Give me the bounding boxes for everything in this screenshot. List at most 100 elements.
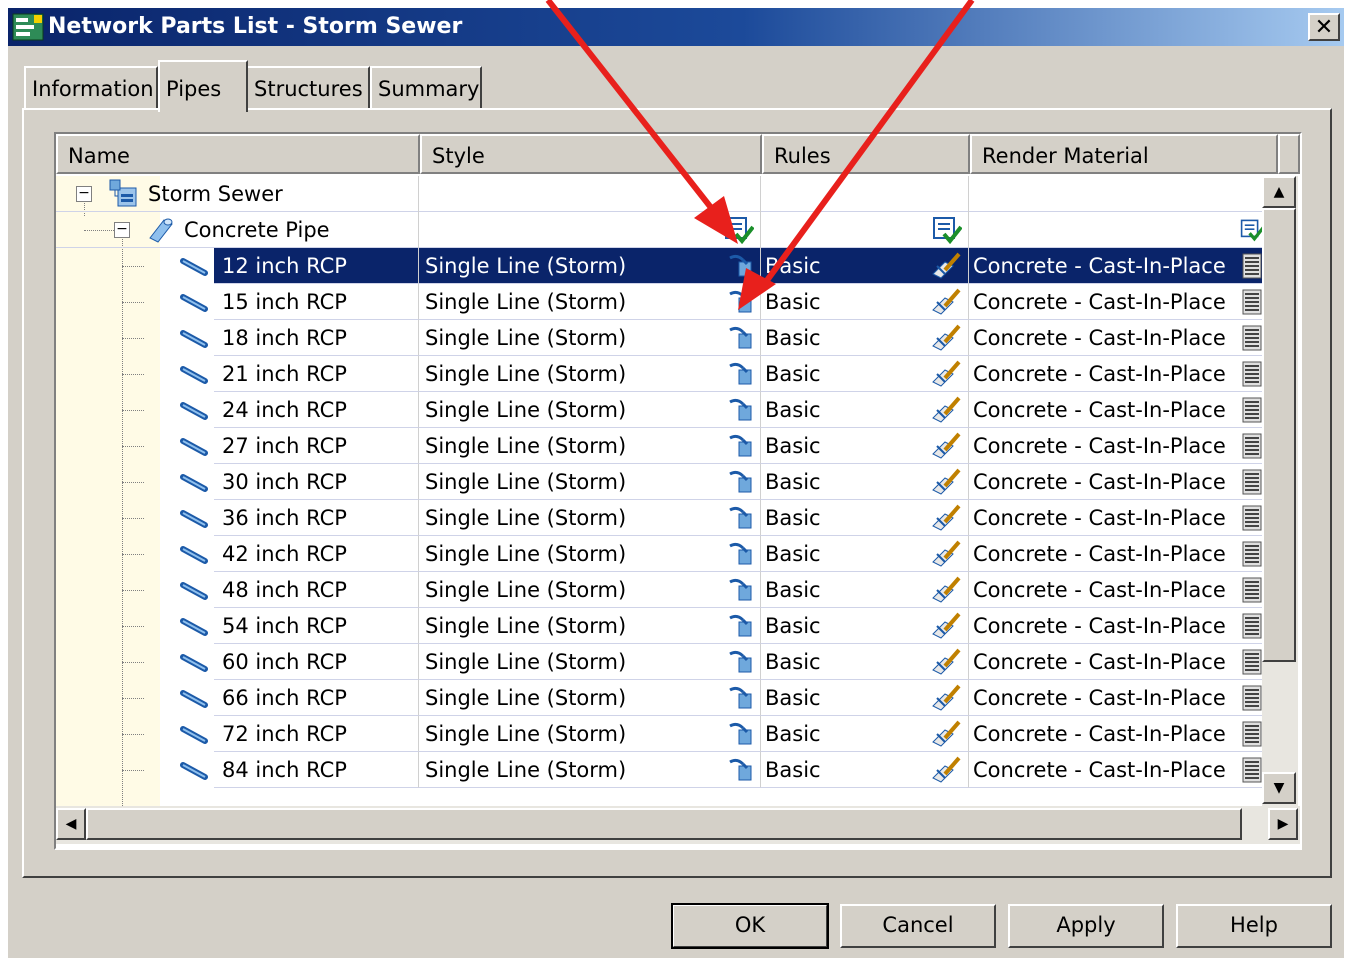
- style-picker-icon[interactable]: [727, 576, 755, 607]
- render-material-cell[interactable]: Concrete - Cast-In-Place: [968, 716, 1262, 752]
- style-picker-icon[interactable]: [727, 288, 755, 319]
- render-material-cell[interactable]: Concrete - Cast-In-Place: [968, 608, 1262, 644]
- tree-row-part-family[interactable]: − Concrete Pipe: [56, 212, 1262, 248]
- material-picker-icon[interactable]: [1241, 504, 1262, 535]
- table-row[interactable]: 36 inch RCP Single Line (Storm) Basic Concr…: [56, 500, 1262, 536]
- style-cell[interactable]: Single Line (Storm): [418, 680, 760, 716]
- table-row[interactable]: 27 inch RCP Single Line (Storm) Basic Concr…: [56, 428, 1262, 464]
- render-material-cell[interactable]: Concrete - Cast-In-Place: [968, 644, 1262, 680]
- pipe-name-cell[interactable]: 24 inch RCP: [214, 392, 418, 428]
- style-picker-icon[interactable]: [727, 504, 755, 535]
- style-cell[interactable]: Single Line (Storm): [418, 608, 760, 644]
- rules-cell[interactable]: Basic: [760, 644, 968, 680]
- render-material-cell[interactable]: Concrete - Cast-In-Place: [968, 284, 1262, 320]
- rules-editor-icon[interactable]: [931, 576, 963, 607]
- rules-editor-icon[interactable]: [931, 324, 963, 355]
- style-cell[interactable]: Single Line (Storm): [418, 572, 760, 608]
- rules-editor-icon[interactable]: [931, 756, 963, 787]
- tab-structures[interactable]: Structures: [246, 66, 370, 110]
- style-cell[interactable]: Single Line (Storm): [418, 464, 760, 500]
- pipe-name-cell[interactable]: 27 inch RCP: [214, 428, 418, 464]
- rules-editor-icon[interactable]: [931, 432, 963, 463]
- rules-cell[interactable]: Basic: [760, 608, 968, 644]
- rules-cell[interactable]: Basic: [760, 320, 968, 356]
- rules-cell[interactable]: Basic: [760, 428, 968, 464]
- pipe-name-cell[interactable]: 84 inch RCP: [214, 752, 418, 788]
- rules-cell[interactable]: Basic: [760, 536, 968, 572]
- pipe-name-cell[interactable]: 72 inch RCP: [214, 716, 418, 752]
- tab-information[interactable]: Information: [24, 66, 158, 110]
- material-picker-icon[interactable]: [1241, 324, 1262, 355]
- style-cell[interactable]: Single Line (Storm): [418, 284, 760, 320]
- material-picker-icon[interactable]: [1241, 396, 1262, 427]
- rules-editor-icon[interactable]: [931, 360, 963, 391]
- style-picker-icon[interactable]: [727, 720, 755, 751]
- style-cell[interactable]: Single Line (Storm): [418, 716, 760, 752]
- pipe-name-cell[interactable]: 12 inch RCP: [214, 248, 418, 284]
- rules-editor-icon[interactable]: [931, 684, 963, 715]
- material-picker-icon[interactable]: [1241, 576, 1262, 607]
- style-cell[interactable]: Single Line (Storm): [418, 320, 760, 356]
- material-picker-icon[interactable]: [1241, 360, 1262, 391]
- pipe-name-cell[interactable]: 15 inch RCP: [214, 284, 418, 320]
- rules-editor-icon[interactable]: [931, 648, 963, 679]
- horizontal-scroll-thumb[interactable]: [86, 808, 1242, 840]
- style-picker-icon[interactable]: [727, 324, 755, 355]
- render-material-cell[interactable]: Concrete - Cast-In-Place: [968, 752, 1262, 788]
- column-header-rules[interactable]: Rules: [762, 134, 970, 174]
- column-header-render-material[interactable]: Render Material: [970, 134, 1278, 174]
- render-material-cell[interactable]: Concrete - Cast-In-Place: [968, 536, 1262, 572]
- pipe-name-cell[interactable]: 48 inch RCP: [214, 572, 418, 608]
- style-picker-icon[interactable]: [727, 432, 755, 463]
- render-material-cell[interactable]: Concrete - Cast-In-Place: [968, 680, 1262, 716]
- style-picker-icon[interactable]: [727, 360, 755, 391]
- style-picker-icon[interactable]: [727, 468, 755, 499]
- scroll-down-button[interactable]: ▼: [1262, 772, 1296, 804]
- style-picker-icon[interactable]: [727, 252, 755, 283]
- style-cell[interactable]: Single Line (Storm): [418, 248, 760, 284]
- table-row[interactable]: 66 inch RCP Single Line (Storm) Basic Concr…: [56, 680, 1262, 716]
- tree-row-network[interactable]: − Storm Sewer: [56, 176, 1262, 212]
- scroll-up-button[interactable]: ▲: [1262, 176, 1296, 208]
- style-picker-icon[interactable]: [727, 540, 755, 571]
- style-cell[interactable]: Single Line (Storm): [418, 428, 760, 464]
- material-picker-icon[interactable]: [1241, 612, 1262, 643]
- table-row[interactable]: 54 inch RCP Single Line (Storm) Basic Concr…: [56, 608, 1262, 644]
- table-row[interactable]: 30 inch RCP Single Line (Storm) Basic Concr…: [56, 464, 1262, 500]
- style-picker-icon[interactable]: [727, 612, 755, 643]
- render-material-cell[interactable]: Concrete - Cast-In-Place: [968, 248, 1262, 284]
- table-row[interactable]: 15 inch RCP Single Line (Storm) Basic Concr…: [56, 284, 1262, 320]
- ok-button[interactable]: OK: [671, 903, 829, 949]
- rules-cell[interactable]: Basic: [760, 500, 968, 536]
- rules-editor-icon[interactable]: [931, 288, 963, 319]
- pipe-name-cell[interactable]: 21 inch RCP: [214, 356, 418, 392]
- render-material-cell[interactable]: Concrete - Cast-In-Place: [968, 428, 1262, 464]
- render-material-cell[interactable]: Concrete - Cast-In-Place: [968, 572, 1262, 608]
- vertical-scrollbar[interactable]: ▲ ▼: [1262, 176, 1298, 806]
- rules-editor-icon[interactable]: [931, 612, 963, 643]
- table-row[interactable]: 24 inch RCP Single Line (Storm) Basic Concr…: [56, 392, 1262, 428]
- render-material-cell[interactable]: Concrete - Cast-In-Place: [968, 464, 1262, 500]
- style-cell[interactable]: Single Line (Storm): [418, 356, 760, 392]
- style-picker-icon[interactable]: [727, 756, 755, 787]
- rules-editor-icon[interactable]: [931, 252, 963, 283]
- scroll-thumb[interactable]: [1262, 208, 1296, 662]
- scroll-left-button[interactable]: ◀: [56, 808, 86, 840]
- tab-pipes[interactable]: Pipes: [158, 60, 248, 112]
- pipe-name-cell[interactable]: 30 inch RCP: [214, 464, 418, 500]
- cancel-button[interactable]: Cancel: [840, 904, 996, 948]
- rules-cell[interactable]: Basic: [760, 356, 968, 392]
- close-button[interactable]: ✕: [1308, 13, 1340, 41]
- material-picker-icon[interactable]: [1241, 252, 1262, 283]
- pipe-name-cell[interactable]: 60 inch RCP: [214, 644, 418, 680]
- style-picker-icon[interactable]: [727, 396, 755, 427]
- pipe-name-cell[interactable]: 42 inch RCP: [214, 536, 418, 572]
- scroll-right-button[interactable]: ▶: [1268, 808, 1298, 840]
- table-row[interactable]: 84 inch RCP Single Line (Storm) Basic Concr…: [56, 752, 1262, 788]
- rules-editor-icon[interactable]: [931, 468, 963, 499]
- style-picker-icon[interactable]: [727, 648, 755, 679]
- rules-editor-icon[interactable]: [931, 540, 963, 571]
- render-material-cell[interactable]: Concrete - Cast-In-Place: [968, 356, 1262, 392]
- table-row[interactable]: 60 inch RCP Single Line (Storm) Basic Concr…: [56, 644, 1262, 680]
- material-picker-icon[interactable]: [1241, 720, 1262, 751]
